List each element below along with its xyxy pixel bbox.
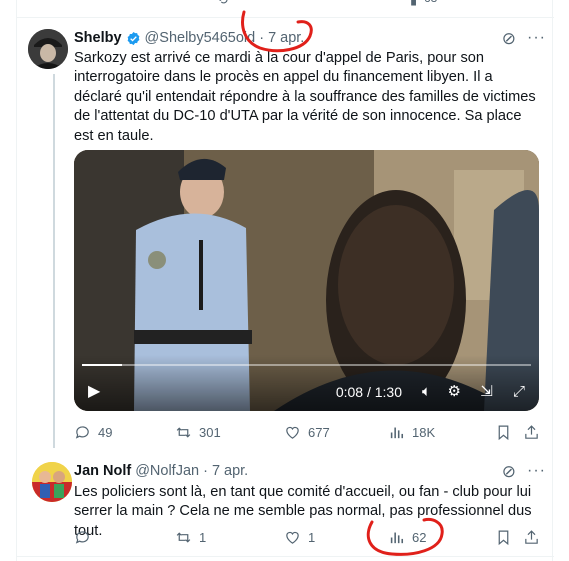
- repost-count: 301: [199, 425, 221, 440]
- share-icon: [525, 425, 538, 439]
- repost-count: 1: [199, 530, 207, 545]
- video-player[interactable]: ▶ 0:08 / 1:30 🔈︎ ⚙︎ ⇲ ⤢: [74, 150, 539, 411]
- thread-line: [53, 74, 55, 448]
- avatar[interactable]: [28, 29, 68, 69]
- picture-in-picture-icon[interactable]: ⇲: [480, 383, 493, 401]
- reply-actions: 1 1 62: [74, 529, 544, 549]
- author-handle[interactable]: @NolfJan: [135, 463, 199, 479]
- tweet-actions: 49 301 677 18K: [74, 424, 544, 444]
- author-name[interactable]: Shelby: [74, 30, 122, 46]
- reply-header: Jan Nolf @NolfJan · 7 apr.: [74, 463, 248, 479]
- views-icon: [390, 427, 404, 439]
- tweet-text: Sarkozy est arrivé ce mardi à la cour d'…: [74, 50, 536, 144]
- video-controls: ▶ 0:08 / 1:30 🔈︎ ⚙︎ ⇲ ⤢: [74, 355, 539, 411]
- reply-icon: [75, 531, 89, 544]
- reply-button[interactable]: [74, 529, 98, 546]
- author-handle[interactable]: @Shelby5465oid: [145, 30, 256, 46]
- share-button[interactable]: [523, 424, 540, 441]
- views-button[interactable]: 18K: [388, 424, 435, 441]
- repost-icon: [176, 532, 191, 543]
- repost-button[interactable]: 301: [175, 424, 221, 441]
- repost-icon: [176, 427, 191, 438]
- reply-button[interactable]: 49: [74, 424, 112, 441]
- divider: [17, 556, 554, 557]
- like-count: 677: [308, 425, 330, 440]
- like-button[interactable]: 677: [284, 424, 330, 441]
- timeline: ⟲ ▮ 63 Shelby @Shelby5465oid · 7 apr. ⊘: [16, 0, 554, 561]
- grok-icon[interactable]: ⊘: [502, 462, 516, 482]
- bookmark-button[interactable]: [495, 529, 512, 546]
- views-count: 18K: [412, 425, 436, 440]
- bookmark-button[interactable]: [495, 424, 512, 441]
- views-icon: [390, 532, 404, 544]
- reply-count: 49: [98, 425, 113, 440]
- repost-button[interactable]: 1: [175, 529, 206, 546]
- video-progress-fill: [82, 364, 122, 366]
- repost-icon[interactable]: ⟲: [217, 0, 228, 8]
- heart-icon: [286, 531, 299, 544]
- share-button[interactable]: [523, 529, 540, 546]
- reply-tweet[interactable]: Jan Nolf @NolfJan · 7 apr. ⊘ ··· Les pol…: [17, 452, 554, 556]
- bookmark-icon: [498, 425, 509, 441]
- bookmark-icon: [498, 530, 509, 546]
- tweet[interactable]: Shelby @Shelby5465oid · 7 apr. ⊘ ··· Sar…: [17, 18, 554, 448]
- video-progress-bar[interactable]: [82, 364, 531, 366]
- more-options-icon[interactable]: ···: [527, 462, 546, 480]
- views-icon[interactable]: ▮: [410, 0, 417, 8]
- separator: ·: [259, 30, 265, 46]
- previous-tweet-actions: ⟲ ▮ 63: [17, 0, 554, 14]
- views-button[interactable]: 62: [388, 529, 426, 546]
- previous-views-count: 63: [424, 0, 437, 5]
- verified-badge-icon: [127, 31, 139, 45]
- heart-icon: [286, 426, 299, 439]
- author-name[interactable]: Jan Nolf: [74, 463, 131, 479]
- volume-icon[interactable]: 🔈︎: [422, 383, 431, 401]
- tweet-header: Shelby @Shelby5465oid · 7 apr.: [74, 30, 304, 46]
- play-icon[interactable]: ▶: [88, 383, 100, 401]
- video-time: 0:08 / 1:30: [335, 384, 402, 400]
- fullscreen-icon[interactable]: ⤢: [513, 383, 525, 401]
- grok-icon[interactable]: ⊘: [502, 29, 516, 49]
- settings-icon[interactable]: ⚙︎: [448, 383, 461, 401]
- like-button[interactable]: 1: [284, 529, 315, 546]
- separator: ·: [203, 463, 208, 479]
- reply-timestamp[interactable]: 7 apr.: [212, 463, 248, 479]
- share-icon: [525, 530, 538, 544]
- tweet-timestamp[interactable]: 7 apr.: [268, 30, 304, 46]
- like-count: 1: [308, 530, 316, 545]
- avatar[interactable]: [32, 462, 72, 502]
- reply-icon: [75, 426, 89, 439]
- more-options-icon[interactable]: ···: [527, 29, 546, 47]
- views-count: 62: [412, 530, 427, 545]
